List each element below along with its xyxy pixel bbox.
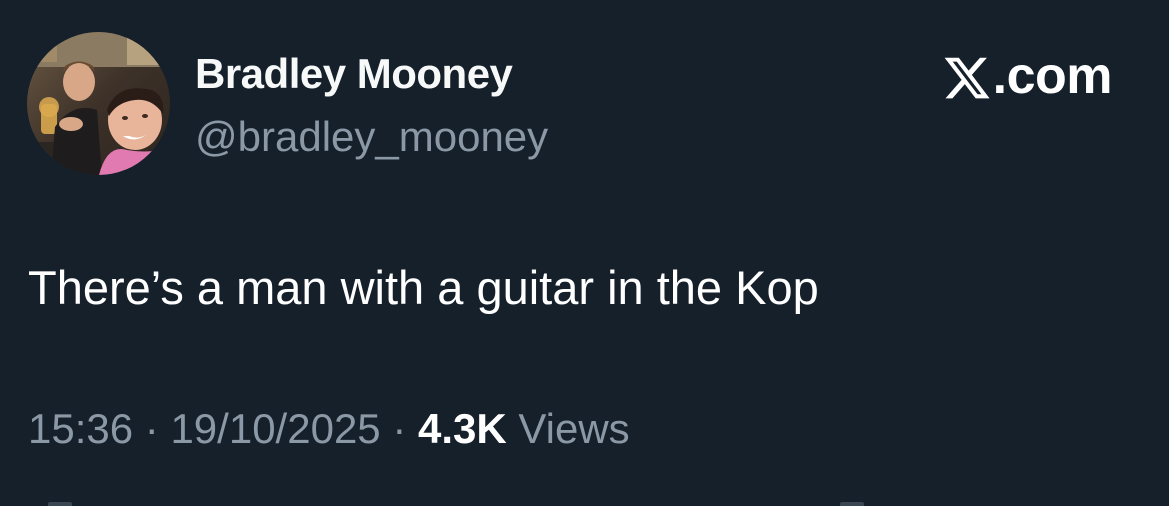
action-bar-edge bbox=[0, 502, 1169, 506]
brand-watermark: .com bbox=[942, 47, 1113, 105]
brand-domain-text: .com bbox=[992, 47, 1113, 105]
reply-icon[interactable] bbox=[48, 502, 72, 506]
x-logo-icon bbox=[944, 57, 990, 99]
author-avatar[interactable] bbox=[27, 32, 170, 175]
tweet-card: Bradley Mooney @bradley_mooney .com Ther… bbox=[0, 0, 1169, 506]
bookmark-icon[interactable] bbox=[840, 502, 864, 506]
author-handle[interactable]: @bradley_mooney bbox=[195, 113, 548, 161]
author-display-name[interactable]: Bradley Mooney bbox=[195, 50, 513, 98]
tweet-time[interactable]: 15:36 bbox=[28, 405, 133, 452]
tweet-meta: 15:36 · 19/10/2025 · 4.3K Views bbox=[28, 405, 630, 453]
tweet-date[interactable]: 19/10/2025 bbox=[170, 405, 380, 452]
views-count[interactable]: 4.3K bbox=[418, 405, 507, 452]
tweet-text: There’s a man with a guitar in the Kop bbox=[28, 261, 819, 314]
meta-separator: · bbox=[392, 405, 407, 452]
meta-separator: · bbox=[144, 405, 159, 452]
views-label: Views bbox=[518, 405, 630, 452]
